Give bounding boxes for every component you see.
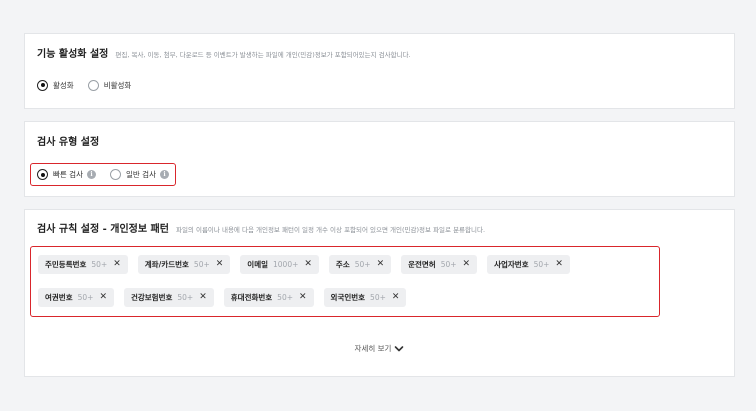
pattern-chip-passport: 여권번호 50+ ✕ — [38, 288, 114, 307]
pattern-chip-driver-license: 운전면허 50+ ✕ — [401, 255, 478, 274]
close-icon[interactable]: ✕ — [392, 293, 400, 302]
radio-normal-scan[interactable] — [109, 169, 121, 180]
chip-name: 계좌/카드번호 — [144, 260, 189, 269]
radio-quick-scan-label: 빠른 검사 — [53, 170, 83, 179]
feature-activation-radio-group: 활성화 비활성화 — [37, 78, 131, 92]
chip-count: 50+ — [277, 293, 293, 302]
chip-name: 사업자번호 — [494, 260, 529, 269]
chip-count: 50+ — [91, 260, 108, 269]
radio-disable[interactable] — [87, 79, 99, 91]
pattern-chip-address: 주소 50+ ✕ — [328, 255, 392, 274]
pattern-chip-foreigner-number: 외국인번호 50+ ✕ — [323, 288, 407, 307]
scan-type-section: 검사 유형 설정 빠른 검사 i 일반 검사 i — [24, 121, 735, 197]
feature-activation-title: 기능 활성화 설정 — [37, 49, 109, 60]
close-icon[interactable]: ✕ — [377, 260, 385, 269]
radio-disable-label: 비활성화 — [103, 80, 132, 90]
chip-count: 50+ — [77, 293, 94, 302]
pattern-chips-box: 주민등록번호 50+ ✕ 계좌/카드번호 50+ ✕ 이메일 1000+ ✕ 주… — [30, 246, 660, 317]
chip-count: 50+ — [440, 260, 457, 269]
chip-count: 50+ — [354, 260, 371, 269]
scan-rules-title: 검사 규칙 설정 - 개인정보 패턴 — [37, 224, 169, 235]
close-icon[interactable]: ✕ — [99, 293, 107, 302]
chevron-down-icon — [395, 345, 404, 351]
pattern-chip-row-2: 여권번호 50+ ✕ 건강보험번호 50+ ✕ 휴대전화번호 50+ ✕ 외국인… — [38, 288, 416, 307]
chip-name: 외국인번호 — [330, 293, 366, 302]
chip-count: 50+ — [193, 260, 210, 269]
radio-option-quick-scan[interactable]: 빠른 검사 i — [37, 169, 96, 180]
chip-name: 여권번호 — [45, 293, 73, 302]
radio-enable[interactable] — [37, 79, 48, 91]
show-more-label: 자세히 보기 — [354, 344, 392, 353]
chip-name: 주소 — [335, 260, 350, 269]
close-icon[interactable]: ✕ — [304, 260, 312, 269]
chip-count: 50+ — [533, 260, 550, 269]
close-icon[interactable]: ✕ — [555, 260, 563, 269]
close-icon[interactable]: ✕ — [463, 260, 471, 269]
radio-option-normal-scan[interactable]: 일반 검사 i — [109, 169, 169, 180]
close-icon[interactable]: ✕ — [216, 260, 224, 269]
radio-option-disable[interactable]: 비활성화 — [87, 79, 132, 91]
chip-name: 건강보험번호 — [130, 293, 173, 302]
close-icon[interactable]: ✕ — [199, 293, 207, 302]
close-icon[interactable]: ✕ — [299, 293, 307, 302]
radio-option-enable[interactable]: 활성화 — [37, 79, 74, 91]
chip-count: 1000+ — [273, 260, 299, 269]
pattern-chip-account-card: 계좌/카드번호 50+ ✕ — [137, 255, 231, 274]
pattern-chip-business-number: 사업자번호 50+ ✕ — [487, 255, 570, 274]
chip-name: 운전면허 — [408, 260, 436, 269]
scan-type-header: 검사 유형 설정 — [37, 133, 99, 148]
pattern-chip-email: 이메일 1000+ ✕ — [240, 255, 319, 274]
pattern-chip-health-insurance: 건강보험번호 50+ ✕ — [123, 288, 214, 307]
chip-count: 50+ — [177, 293, 194, 302]
pattern-chip-row-1: 주민등록번호 50+ ✕ 계좌/카드번호 50+ ✕ 이메일 1000+ ✕ 주… — [38, 255, 580, 274]
feature-activation-description: 편집, 복사, 이동, 첨부, 다운로드 등 이벤트가 발생하는 파일에 개인(… — [115, 51, 411, 59]
pattern-chip-mobile-number: 휴대전화번호 50+ ✕ — [223, 288, 314, 307]
scan-rules-section: 검사 규칙 설정 - 개인정보 패턴 파일의 이름이나 내용에 다음 개인정보 … — [24, 209, 735, 377]
feature-activation-section: 기능 활성화 설정 편집, 복사, 이동, 첨부, 다운로드 등 이벤트가 발생… — [24, 33, 735, 109]
show-more-link[interactable]: 자세히 보기 — [25, 343, 734, 354]
chip-name: 주민등록번호 — [45, 260, 87, 269]
scan-type-radio-group: 빠른 검사 i 일반 검사 i — [30, 163, 176, 186]
chip-name: 이메일 — [247, 260, 268, 269]
radio-enable-label: 활성화 — [53, 80, 74, 90]
feature-activation-header: 기능 활성화 설정 편집, 복사, 이동, 첨부, 다운로드 등 이벤트가 발생… — [37, 45, 411, 60]
info-icon[interactable]: i — [86, 170, 96, 179]
scan-type-title: 검사 유형 설정 — [37, 137, 100, 148]
scan-rules-header: 검사 규칙 설정 - 개인정보 패턴 파일의 이름이나 내용에 다음 개인정보 … — [37, 220, 485, 235]
chip-count: 50+ — [370, 293, 386, 302]
radio-normal-scan-label: 일반 검사 — [125, 170, 156, 179]
pattern-chip-resident-number: 주민등록번호 50+ ✕ — [38, 255, 128, 274]
radio-quick-scan[interactable] — [37, 169, 48, 180]
close-icon[interactable]: ✕ — [113, 260, 121, 269]
info-icon[interactable]: i — [159, 170, 169, 179]
chip-name: 휴대전화번호 — [230, 293, 273, 302]
scan-rules-description: 파일의 이름이나 내용에 다음 개인정보 패턴이 일정 개수 이상 포함되어 있… — [175, 226, 486, 234]
